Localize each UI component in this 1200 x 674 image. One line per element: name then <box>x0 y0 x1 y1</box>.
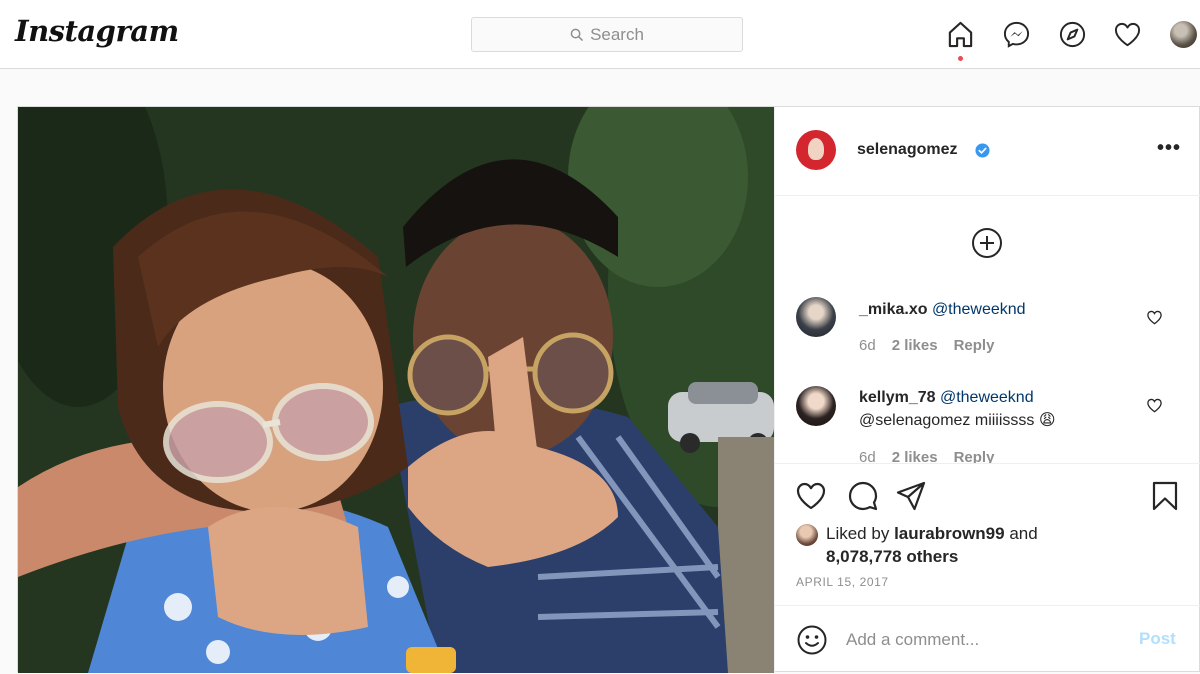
comment-text: kellym_78 @theweeknd @selenagomez miiiis… <box>859 386 1139 432</box>
comment-mention[interactable]: @theweeknd <box>932 301 1026 318</box>
post-comment-button[interactable]: Post <box>1139 629 1176 649</box>
share-paper-plane-icon[interactable] <box>895 480 927 512</box>
commenter-avatar[interactable] <box>796 386 836 426</box>
liked-by-others[interactable]: 8,078,778 others <box>826 545 958 568</box>
comment-mention[interactable]: @theweeknd <box>940 389 1034 406</box>
verified-badge-icon <box>975 143 990 158</box>
comment-meta: 6d 2 likes Reply <box>859 337 994 354</box>
post-date[interactable]: APRIL 15, 2017 <box>796 575 889 589</box>
comment-body: @selenagomez miiiissss 😩 <box>859 412 1056 429</box>
comments-list: _mika.xo @theweeknd 6d 2 likes Reply kel… <box>775 197 1200 463</box>
comment-reply-button[interactable]: Reply <box>954 337 995 354</box>
add-comment-bar: Post <box>775 605 1200 673</box>
comment-reply-button[interactable]: Reply <box>954 449 995 463</box>
post-photo-illustration <box>18 107 774 673</box>
commenter-avatar[interactable] <box>796 297 836 337</box>
author-avatar[interactable] <box>796 130 836 170</box>
add-comment-input[interactable] <box>846 626 1126 654</box>
comment-like-heart-icon[interactable] <box>1146 309 1163 326</box>
activity-heart-icon[interactable] <box>1113 20 1142 49</box>
top-navigation-bar: Instagram Search <box>0 0 1200 69</box>
comment-like-heart-icon[interactable] <box>1146 397 1163 414</box>
load-more-comments-icon[interactable] <box>971 227 1003 259</box>
comment-age: 6d <box>859 337 876 354</box>
comment-username[interactable]: kellym_78 <box>859 389 936 406</box>
save-bookmark-icon[interactable] <box>1149 480 1181 512</box>
liked-by-line: Liked by laurabrown99 and <box>826 522 1038 545</box>
post-card: selenagomez ••• _mika.xo @theweeknd 6d 2… <box>17 106 1200 673</box>
search-placeholder: Search <box>590 24 644 44</box>
comment-text: _mika.xo @theweeknd <box>859 298 1139 321</box>
comment-username[interactable]: _mika.xo <box>859 301 927 318</box>
comment-likes[interactable]: 2 likes <box>892 449 938 463</box>
liked-by-prefix: Liked by <box>826 524 890 543</box>
comment-bubble-icon[interactable] <box>847 480 879 512</box>
search-box[interactable]: Search <box>471 17 743 52</box>
liked-by-user[interactable]: laurabrown99 <box>894 524 1005 543</box>
liked-by-suffix: and <box>1009 524 1038 543</box>
emoji-smiley-icon[interactable] <box>796 624 828 656</box>
instagram-logo[interactable]: Instagram <box>15 14 179 48</box>
home-icon[interactable] <box>946 20 975 49</box>
post-header: selenagomez ••• <box>775 107 1200 196</box>
messenger-icon[interactable] <box>1002 20 1031 49</box>
more-options-icon[interactable]: ••• <box>1157 138 1181 158</box>
active-page-indicator <box>958 56 963 61</box>
liker-avatar[interactable] <box>796 524 818 546</box>
like-heart-icon[interactable] <box>795 480 827 512</box>
explore-compass-icon[interactable] <box>1058 20 1087 49</box>
search-icon <box>570 28 583 41</box>
profile-avatar[interactable] <box>1170 21 1197 48</box>
post-sidebar: selenagomez ••• _mika.xo @theweeknd 6d 2… <box>774 107 1200 673</box>
comment-likes[interactable]: 2 likes <box>892 337 938 354</box>
post-photo[interactable] <box>18 107 774 673</box>
comment-meta: 6d 2 likes Reply <box>859 449 994 463</box>
author-username[interactable]: selenagomez <box>857 141 957 159</box>
comment-age: 6d <box>859 449 876 463</box>
post-actions: Liked by laurabrown99 and 8,078,778 othe… <box>775 463 1200 605</box>
